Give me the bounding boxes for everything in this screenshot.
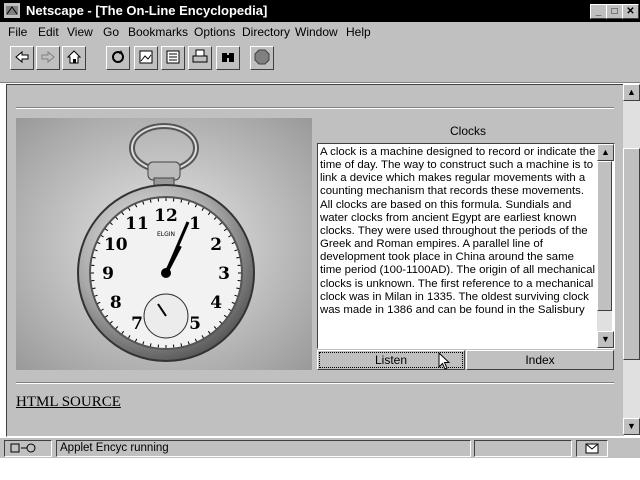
security-key-icon[interactable] [4, 440, 52, 457]
menu-directory[interactable]: Directory [242, 25, 290, 39]
menu-options[interactable]: Options [194, 25, 235, 39]
watch-numeral: 8 [110, 293, 122, 313]
menu-edit[interactable]: Edit [38, 25, 59, 39]
menu-window[interactable]: Window [295, 25, 338, 39]
watch-numeral: 11 [125, 214, 149, 234]
watch-numeral: 12 [154, 206, 178, 226]
find-icon[interactable] [216, 46, 240, 70]
close-button[interactable]: ✕ [622, 4, 639, 19]
watch-tick [149, 199, 152, 203]
page-scroll-down-icon[interactable]: ▼ [623, 418, 640, 435]
scroll-down-icon[interactable]: ▼ [597, 331, 614, 348]
watch-numeral: 4 [210, 293, 222, 313]
menu-view[interactable]: View [67, 25, 93, 39]
watch-tick [92, 256, 96, 259]
page-scroll-up-icon[interactable]: ▲ [623, 84, 640, 101]
page-scroll-thumb[interactable] [623, 148, 640, 360]
status-bar: Applet Encyc running [0, 437, 640, 458]
top-divider [16, 107, 614, 109]
menu-file[interactable]: File [8, 25, 27, 39]
watch-tick [236, 256, 240, 259]
menu-bar: File Edit View Go Bookmarks Options Dire… [0, 22, 640, 42]
maximize-button[interactable]: □ [606, 4, 623, 19]
toolbar [0, 42, 640, 83]
index-button[interactable]: Index [466, 350, 614, 370]
watch-tick [236, 287, 240, 290]
menu-bookmarks[interactable]: Bookmarks [128, 25, 188, 39]
watch-brand: ELGIN [157, 231, 175, 238]
article-text: A clock is a machine designed to record … [320, 146, 596, 316]
page-scrollbar[interactable]: ▲ ▼ [623, 84, 640, 435]
scroll-thumb[interactable] [597, 161, 612, 311]
images-icon[interactable] [134, 46, 158, 70]
back-icon[interactable] [10, 46, 34, 70]
open-icon[interactable] [161, 46, 185, 70]
cut-off-link [16, 430, 122, 435]
applet-heading: Clocks [450, 124, 487, 138]
watch-numeral: 2 [210, 235, 222, 255]
mouse-pointer-icon [438, 352, 451, 370]
status-text: Applet Encyc running [56, 440, 471, 457]
watch-numeral: 5 [189, 314, 201, 334]
title-bar[interactable]: Netscape - [The On-Line Encyclopedia] _ … [0, 0, 640, 22]
article-text-panel[interactable]: A clock is a machine designed to record … [317, 143, 615, 349]
pocket-watch-image: 121234567891011 ELGIN [16, 118, 312, 370]
forward-icon[interactable] [36, 46, 60, 70]
print-icon[interactable] [188, 46, 212, 70]
home-icon[interactable] [62, 46, 86, 70]
html-source-link[interactable]: HTML SOURCE [16, 394, 121, 411]
netscape-logo-icon[interactable] [4, 3, 20, 18]
minimize-button[interactable]: _ [590, 4, 607, 19]
menu-go[interactable]: Go [103, 25, 119, 39]
reload-icon[interactable] [106, 46, 130, 70]
watch-tick [180, 343, 183, 347]
watch-numeral: 1 [189, 214, 201, 234]
progress-area [474, 440, 572, 457]
menu-help[interactable]: Help [346, 25, 371, 39]
window-title: Netscape - [The On-Line Encyclopedia] [26, 3, 268, 18]
watch-tick [180, 199, 183, 203]
bottom-divider [16, 382, 614, 384]
watch-numeral: 3 [218, 264, 230, 284]
stop-icon[interactable] [250, 46, 274, 70]
watch-numeral: 10 [104, 235, 128, 255]
mail-icon[interactable] [576, 440, 608, 457]
watch-tick [149, 343, 152, 347]
watch-numeral: 9 [102, 264, 114, 284]
watch-numeral: 7 [131, 314, 143, 334]
watch-tick [92, 287, 96, 290]
scroll-up-icon[interactable]: ▲ [597, 144, 614, 161]
article-scrollbar[interactable]: ▲ ▼ [597, 144, 614, 348]
